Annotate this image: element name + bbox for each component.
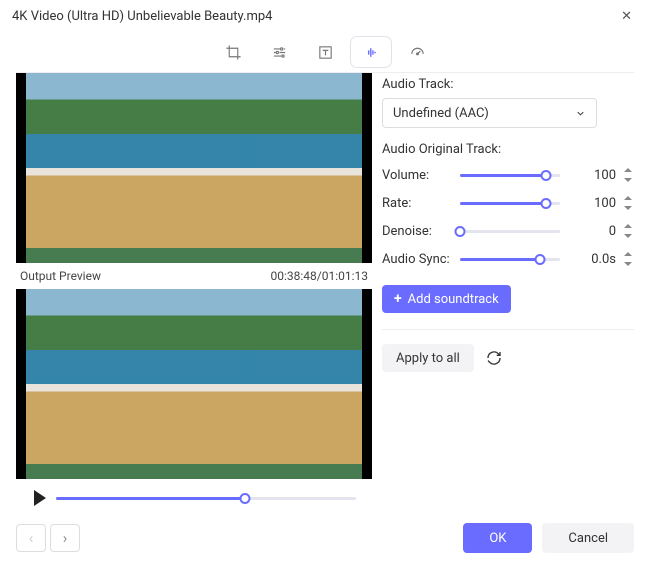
add-soundtrack-button[interactable]: + Add soundtrack <box>382 285 511 313</box>
audio-track-label: Audio Track: <box>382 77 634 92</box>
text-tab[interactable] <box>305 37 345 67</box>
adjust-tab[interactable] <box>259 37 299 67</box>
output-preview-label: Output Preview <box>20 269 101 283</box>
rate-up-icon[interactable] <box>624 196 632 200</box>
plus-icon: + <box>394 291 402 307</box>
sync-up-icon[interactable] <box>624 252 632 256</box>
volume-down-icon[interactable] <box>624 178 632 182</box>
denoise-stepper[interactable]: 0 <box>574 220 634 242</box>
close-icon[interactable]: ✕ <box>615 5 638 28</box>
output-preview <box>16 289 372 479</box>
original-preview <box>16 73 372 263</box>
audio-track-select[interactable]: Undefined (AAC) <box>382 98 597 128</box>
cancel-button[interactable]: Cancel <box>542 523 634 553</box>
tool-tabs <box>0 32 650 72</box>
volume-up-icon[interactable] <box>624 168 632 172</box>
audio-original-label: Audio Original Track: <box>382 142 634 157</box>
crop-tab[interactable] <box>213 37 253 67</box>
volume-slider[interactable] <box>460 168 560 182</box>
volume-label: Volume: <box>382 168 460 183</box>
audio-tab[interactable] <box>351 37 391 67</box>
sync-stepper[interactable]: 0.0s <box>574 248 634 270</box>
chevron-down-icon <box>575 108 586 119</box>
next-nav-button[interactable]: › <box>50 524 80 552</box>
timeline-slider[interactable] <box>56 491 356 505</box>
denoise-down-icon[interactable] <box>624 234 632 238</box>
play-button[interactable] <box>34 490 46 506</box>
denoise-slider[interactable] <box>460 224 560 238</box>
speed-tab[interactable] <box>397 37 437 67</box>
ok-button[interactable]: OK <box>463 523 532 553</box>
sync-slider[interactable] <box>460 252 560 266</box>
add-soundtrack-label: Add soundtrack <box>408 292 499 307</box>
rate-slider[interactable] <box>460 196 560 210</box>
volume-stepper[interactable]: 100 <box>574 164 634 186</box>
window-title: 4K Video (Ultra HD) Unbelievable Beauty.… <box>12 9 615 24</box>
denoise-label: Denoise: <box>382 224 460 239</box>
sync-down-icon[interactable] <box>624 262 632 266</box>
refresh-icon[interactable] <box>486 350 502 366</box>
apply-to-all-button[interactable]: Apply to all <box>382 344 474 372</box>
denoise-up-icon[interactable] <box>624 224 632 228</box>
rate-down-icon[interactable] <box>624 206 632 210</box>
sync-label: Audio Sync: <box>382 252 460 267</box>
prev-nav-button: ‹ <box>16 524 46 552</box>
audio-track-value: Undefined (AAC) <box>393 106 489 121</box>
timecode: 00:38:48/01:01:13 <box>270 269 368 283</box>
apply-to-all-label: Apply to all <box>396 351 460 366</box>
rate-stepper[interactable]: 100 <box>574 192 634 214</box>
rate-label: Rate: <box>382 196 460 211</box>
